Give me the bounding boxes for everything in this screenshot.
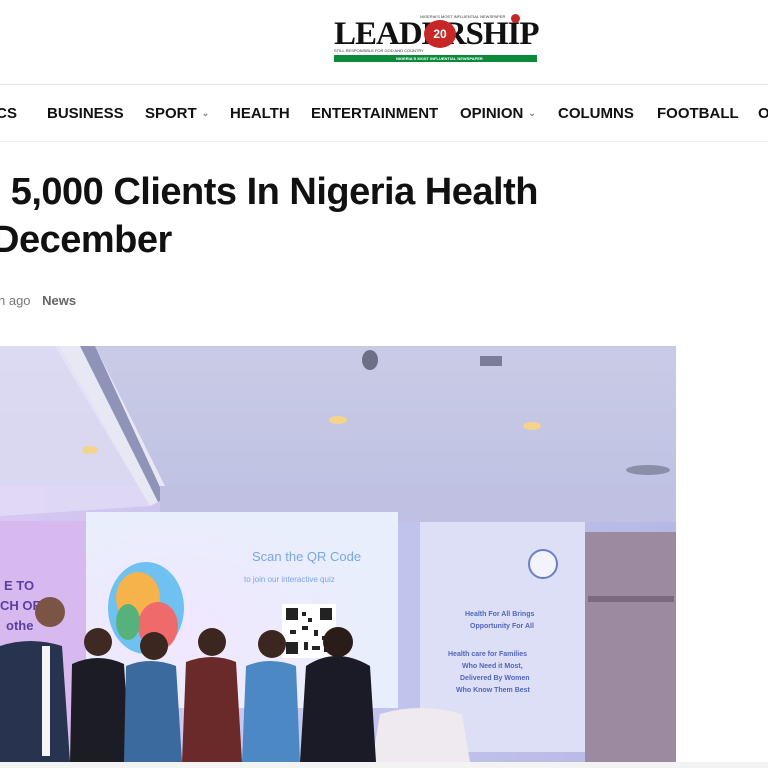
banner-left-line-1: E TO: [4, 578, 34, 593]
nav-item-health[interactable]: HEALTH: [230, 105, 290, 122]
nav-item-overflow[interactable]: O: [758, 105, 768, 122]
site-logo[interactable]: NIGERIA'S MOST INFLUENTIAL NEWSPAPER LEA…: [334, 14, 540, 64]
chevron-down-icon: ⌄: [201, 108, 210, 118]
nav-item-business[interactable]: BUSINESS: [47, 105, 124, 122]
screen-title: Scan the QR Code: [252, 549, 361, 564]
chevron-down-icon: ⌄: [528, 108, 536, 118]
nav-label: HEALTH: [230, 105, 290, 122]
logo-tagline-mid: STILL RESPONSIBLE FOR GOD AND COUNTRY: [334, 48, 424, 53]
nav-label: SPORT: [145, 105, 197, 122]
nav-label: BUSINESS: [47, 105, 124, 122]
banner-right-line-3: Health care for Families: [448, 651, 527, 658]
article-photo: E TO CH OF othe Scan the QR Code to join…: [0, 346, 676, 762]
nav-item-columns[interactable]: COLUMNS: [558, 105, 634, 122]
site-header: NIGERIA'S MOST INFLUENTIAL NEWSPAPER LEA…: [0, 0, 768, 84]
banner-left-line-3: othe: [6, 618, 33, 633]
article-headline: s 5,000 Clients In Nigeria Health Decemb…: [0, 168, 620, 264]
anniversary-emblem: 20: [424, 20, 456, 48]
logo-tagline-bottom: NIGERIA'S MOST INFLUENTIAL NEWSPAPER: [396, 56, 483, 61]
banner-right-line-6: Who Know Them Best: [456, 687, 531, 694]
article-category-link[interactable]: News: [42, 293, 76, 308]
banner-right-line-2: Opportunity For All: [470, 623, 534, 630]
nav-item-opinion[interactable]: OPINION ⌄: [460, 105, 536, 122]
headline-line-2: December: [0, 219, 172, 261]
headline-line-1: s 5,000 Clients In Nigeria Health: [0, 171, 538, 213]
nav-label: O: [758, 105, 768, 122]
article-meta: n ago News: [0, 293, 76, 308]
event-photo-illustration: E TO CH OF othe Scan the QR Code to join…: [0, 346, 676, 762]
nav-item-football[interactable]: FOOTBALL: [657, 105, 739, 122]
nav-item-sport[interactable]: SPORT ⌄: [145, 105, 209, 122]
banner-right-line-5: Delivered By Women: [460, 675, 530, 682]
main-nav: ICS BUSINESS SPORT ⌄ HEALTH ENTERTAINMENT…: [0, 85, 768, 142]
article-time: n ago: [0, 293, 31, 308]
screen-subtitle: to join our interactive quiz: [244, 575, 335, 584]
banner-right-line-4: Who Need it Most,: [462, 663, 523, 670]
page-bottom-strip: [0, 762, 768, 768]
nav-label: COLUMNS: [558, 105, 634, 122]
nav-label: ICS: [0, 105, 18, 122]
banner-right-line-1: Health For All Brings: [465, 611, 534, 618]
nav-item-entertainment[interactable]: ENTERTAINMENT: [311, 105, 438, 122]
logo-dot-icon: [511, 14, 520, 23]
nav-item-politics[interactable]: ICS: [0, 105, 17, 122]
nav-label: ENTERTAINMENT: [311, 105, 439, 122]
nav-label: OPINION: [460, 105, 524, 122]
nav-label: FOOTBALL: [657, 105, 739, 122]
banner-left-line-2: CH OF: [0, 598, 41, 613]
